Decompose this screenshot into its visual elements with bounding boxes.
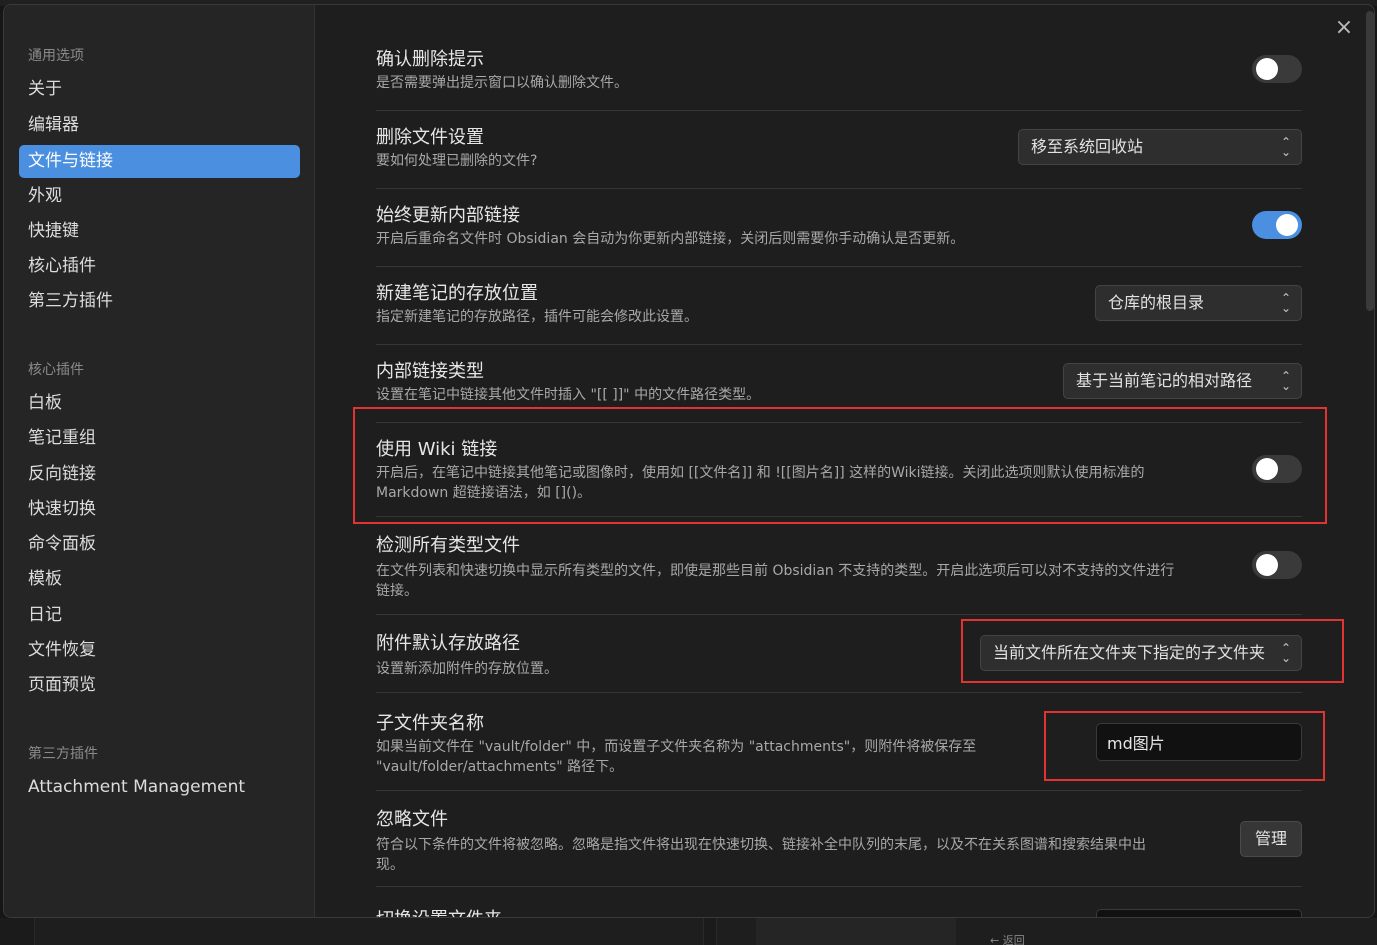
setting-title: 切换设置文件夹 xyxy=(376,905,502,917)
chevron-updown-icon: ⌃ ⌄ xyxy=(1280,291,1291,315)
highlight-box-subfolder-name xyxy=(1044,711,1325,781)
content-scrollbar[interactable] xyxy=(1366,11,1374,911)
chevron-updown-icon: ⌃ ⌄ xyxy=(1280,369,1291,393)
setting-desc: 要如何处理已删除的文件? xyxy=(376,153,538,169)
setting-desc: 指定新建笔记的存放路径，插件可能会修改此设置。 xyxy=(376,309,698,325)
sidebar-heading-general: 通用选项 xyxy=(28,48,84,64)
sidebar-item-hotkeys[interactable]: 快捷键 xyxy=(19,215,300,248)
sidebar-heading-core-plugins: 核心插件 xyxy=(28,362,84,378)
sidebar-item-community-plugins[interactable]: 第三方插件 xyxy=(19,285,300,318)
sidebar-item-editor[interactable]: 编辑器 xyxy=(19,109,300,142)
toggle-knob xyxy=(1256,58,1278,80)
setting-ignore-files: 忽略文件 符合以下条件的文件将被忽略。忽略是指文件将出现在快速切换、链接补全中队… xyxy=(376,791,1302,887)
sidebar-item-core-plugins[interactable]: 核心插件 xyxy=(19,250,300,283)
sidebar-item-file-recovery[interactable]: 文件恢复 xyxy=(19,634,300,667)
setting-delete-files: 删除文件设置 要如何处理已删除的文件? 移至系统回收站 ⌃ ⌄ xyxy=(376,111,1302,189)
confirm-delete-toggle[interactable] xyxy=(1252,55,1302,83)
settings-sidebar: 通用选项 关于 编辑器 文件与链接 外观 快捷键 核心插件 第三方插件 核心插件… xyxy=(4,5,315,917)
sidebar-item-note-composer[interactable]: 笔记重组 xyxy=(19,422,300,455)
select-value: 基于当前笔记的相对路径 xyxy=(1076,371,1253,390)
toggle-knob xyxy=(1276,214,1298,236)
sidebar-item-about[interactable]: 关于 xyxy=(19,73,300,106)
sidebar-item-page-preview[interactable]: 页面预览 xyxy=(19,669,300,702)
setting-title: 子文件夹名称 xyxy=(376,713,484,734)
sidebar-item-files-links[interactable]: 文件与链接 xyxy=(19,145,300,178)
setting-desc-line2: 现。 xyxy=(376,857,404,873)
sidebar-item-attachment-management[interactable]: Attachment Management xyxy=(19,771,300,804)
setting-title: 确认删除提示 xyxy=(376,49,484,70)
new-note-location-select[interactable]: 仓库的根目录 ⌃ ⌄ xyxy=(1095,285,1302,321)
sidebar-item-appearance[interactable]: 外观 xyxy=(19,180,300,213)
sidebar-item-templates[interactable]: 模板 xyxy=(19,563,300,596)
setting-desc-line1: 符合以下条件的文件将被忽略。忽略是指文件将出现在快速切换、链接补全中队列的末尾，… xyxy=(376,837,1146,853)
setting-desc: 开启后重命名文件时 Obsidian 会自动为你更新内部链接，关闭后则需要你手动… xyxy=(376,231,965,247)
toggle-knob xyxy=(1256,554,1278,576)
setting-desc-line2: "vault/folder/attachments" 路径下。 xyxy=(376,759,624,775)
setting-switch-config: 切换设置文件夹 xyxy=(376,887,1302,917)
scrollbar-thumb[interactable] xyxy=(1366,11,1374,311)
setting-desc-line2: 链接。 xyxy=(376,583,418,599)
setting-desc: 设置在笔记中链接其他文件时插入 "[[ ]]" 中的文件路径类型。 xyxy=(376,387,761,403)
highlight-box-wiki-links xyxy=(353,407,1327,524)
close-icon[interactable]: × xyxy=(1332,17,1356,41)
setting-desc-line1: 如果当前文件在 "vault/folder" 中，而设置子文件夹名称为 "att… xyxy=(376,739,977,755)
sidebar-item-backlinks[interactable]: 反向链接 xyxy=(19,458,300,491)
sidebar-item-quick-switcher[interactable]: 快速切换 xyxy=(19,493,300,526)
background-app-bottom: ← 返回 xyxy=(0,918,1377,945)
update-links-toggle[interactable] xyxy=(1252,211,1302,239)
detect-all-toggle[interactable] xyxy=(1252,551,1302,579)
setting-title: 检测所有类型文件 xyxy=(376,535,520,556)
setting-new-note-location: 新建笔记的存放位置 指定新建笔记的存放路径，插件可能会修改此设置。 仓库的根目录… xyxy=(376,267,1302,345)
setting-desc: 设置新添加附件的存放位置。 xyxy=(376,661,558,677)
background-pane-tab xyxy=(756,918,956,945)
select-value: 移至系统回收站 xyxy=(1031,137,1144,156)
setting-desc-line1: 在文件列表和快速切换中显示所有类型的文件，即使是那些目前 Obsidian 不支… xyxy=(376,563,1175,579)
highlight-box-attachment-folder xyxy=(961,619,1344,683)
setting-title: 忽略文件 xyxy=(376,809,448,830)
setting-title: 内部链接类型 xyxy=(376,361,484,382)
setting-desc: 是否需要弹出提示窗口以确认删除文件。 xyxy=(376,75,628,91)
setting-update-links: 始终更新内部链接 开启后重命名文件时 Obsidian 会自动为你更新内部链接，… xyxy=(376,189,1302,267)
setting-title: 附件默认存放路径 xyxy=(376,633,520,654)
back-link[interactable]: ← 返回 xyxy=(990,932,1025,945)
sidebar-item-daily-notes[interactable]: 日记 xyxy=(19,599,300,632)
delete-files-select[interactable]: 移至系统回收站 ⌃ ⌄ xyxy=(1018,129,1302,165)
sidebar-heading-community-plugins: 第三方插件 xyxy=(28,746,98,762)
settings-modal: × 通用选项 关于 编辑器 文件与链接 外观 快捷键 核心插件 第三方插件 核心… xyxy=(3,4,1375,918)
chevron-updown-icon: ⌃ ⌄ xyxy=(1280,135,1291,159)
sidebar-item-canvas[interactable]: 白板 xyxy=(19,387,300,420)
setting-detect-all: 检测所有类型文件 在文件列表和快速切换中显示所有类型的文件，即使是那些目前 Ob… xyxy=(376,517,1302,615)
background-pane-left xyxy=(34,918,704,945)
link-format-select[interactable]: 基于当前笔记的相对路径 ⌃ ⌄ xyxy=(1063,363,1302,399)
setting-confirm-delete: 确认删除提示 是否需要弹出提示窗口以确认删除文件。 xyxy=(376,41,1302,111)
setting-title: 新建笔记的存放位置 xyxy=(376,283,538,304)
manage-ignore-button[interactable]: 管理 xyxy=(1239,821,1302,857)
setting-title: 始终更新内部链接 xyxy=(376,205,520,226)
switch-config-input[interactable] xyxy=(1096,909,1302,917)
sidebar-item-command-palette[interactable]: 命令面板 xyxy=(19,528,300,561)
select-value: 仓库的根目录 xyxy=(1108,293,1205,312)
setting-title: 删除文件设置 xyxy=(376,127,484,148)
